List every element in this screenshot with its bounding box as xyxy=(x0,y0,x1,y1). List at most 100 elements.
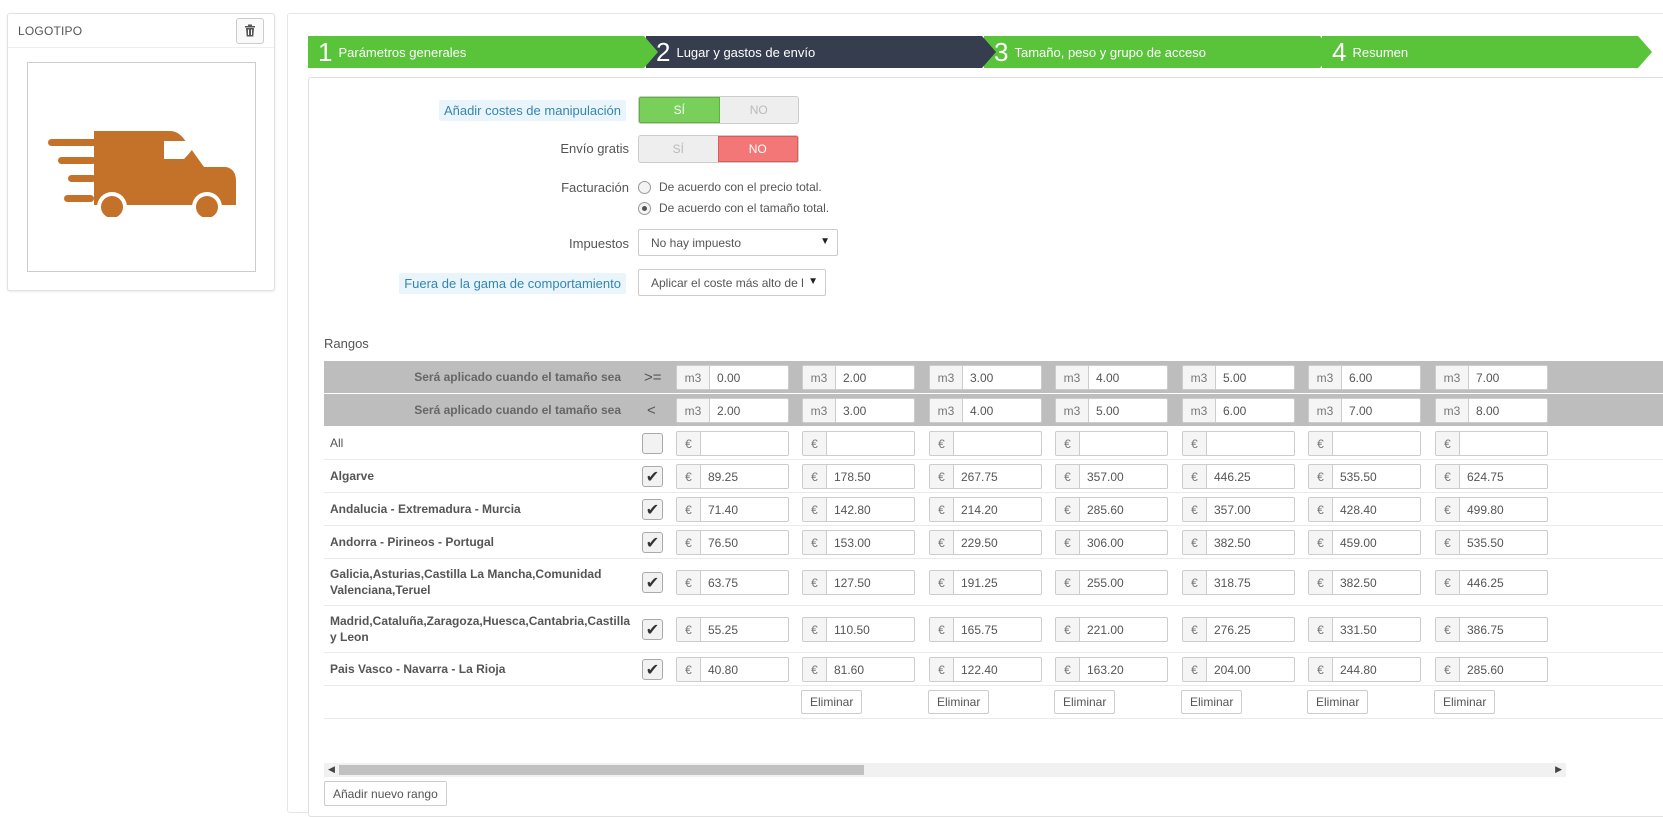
zone-price-input[interactable]: €142.80 xyxy=(802,497,915,522)
zone-checkbox[interactable]: ✔ xyxy=(642,466,663,487)
zone-price-input[interactable]: €76.50 xyxy=(676,530,789,555)
range-size-input[interactable]: m3 4.00 xyxy=(929,398,1042,423)
wizard-step-1[interactable]: 1 Parámetros generales xyxy=(308,36,658,68)
range-size-input[interactable]: m3 3.00 xyxy=(802,398,915,423)
delete-range-button[interactable]: Eliminar xyxy=(928,690,990,714)
zone-price-input[interactable]: €386.75 xyxy=(1435,617,1548,642)
checkmark-icon: ✔ xyxy=(645,574,660,592)
free-shipping-switch[interactable]: SÍ NO xyxy=(638,135,799,163)
handling-no-option[interactable]: NO xyxy=(720,97,799,123)
zone-price-input[interactable]: € xyxy=(1055,431,1168,456)
currency-addon: € xyxy=(930,432,954,455)
out-of-range-select[interactable]: Aplicar el coste más alto de l ▼ xyxy=(638,269,826,296)
zone-checkbox[interactable]: ✔ xyxy=(642,619,663,640)
zone-price-input[interactable]: €191.25 xyxy=(929,570,1042,595)
range-size-input[interactable]: m3 7.00 xyxy=(1435,365,1548,390)
zone-price-input[interactable]: € xyxy=(1182,431,1295,456)
zone-price-input[interactable]: €285.60 xyxy=(1435,657,1548,682)
zone-price-input[interactable]: €55.25 xyxy=(676,617,789,642)
delete-range-button[interactable]: Eliminar xyxy=(1307,690,1369,714)
scrollbar-thumb[interactable] xyxy=(339,765,864,775)
zone-price-input[interactable]: €382.50 xyxy=(1182,530,1295,555)
range-size-input[interactable]: m3 7.00 xyxy=(1308,398,1421,423)
zone-price-input[interactable]: €382.50 xyxy=(1308,570,1421,595)
range-size-input[interactable]: m3 5.00 xyxy=(1182,365,1295,390)
zone-checkbox[interactable]: ✔ xyxy=(642,532,663,553)
zone-price-input[interactable]: €459.00 xyxy=(1308,530,1421,555)
zone-checkbox[interactable]: ✔ xyxy=(642,499,663,520)
zone-price-input[interactable]: €535.50 xyxy=(1435,530,1548,555)
delete-range-button[interactable]: Eliminar xyxy=(1054,690,1116,714)
zone-price-input[interactable]: € xyxy=(1435,431,1548,456)
wizard-step-4[interactable]: 4 Resumen xyxy=(1322,36,1652,68)
zone-price-input[interactable]: €318.75 xyxy=(1182,570,1295,595)
handling-costs-switch[interactable]: SÍ NO xyxy=(638,96,799,124)
add-range-button[interactable]: Añadir nuevo rango xyxy=(324,781,447,806)
zone-price-input[interactable]: €40.80 xyxy=(676,657,789,682)
zone-price-input[interactable]: €255.00 xyxy=(1055,570,1168,595)
billing-option-price[interactable]: De acuerdo con el precio total. xyxy=(638,180,822,194)
scroll-right-arrow-icon[interactable]: ▶ xyxy=(1555,764,1562,775)
zone-checkbox[interactable]: ✔ xyxy=(642,659,663,680)
zone-price-input[interactable]: €331.50 xyxy=(1308,617,1421,642)
delete-range-button[interactable]: Eliminar xyxy=(1181,690,1243,714)
delete-range-button[interactable]: Eliminar xyxy=(1434,690,1496,714)
zone-price-input[interactable]: €446.25 xyxy=(1182,464,1295,489)
zone-price-input[interactable]: €357.00 xyxy=(1182,497,1295,522)
zone-price-input[interactable]: €285.60 xyxy=(1055,497,1168,522)
zone-price-input[interactable]: €624.75 xyxy=(1435,464,1548,489)
zone-price-input[interactable]: €306.00 xyxy=(1055,530,1168,555)
zone-price-input[interactable]: € xyxy=(802,431,915,456)
billing-option-size[interactable]: De acuerdo con el tamaño total. xyxy=(638,201,829,215)
range-size-input[interactable]: m3 3.00 xyxy=(929,365,1042,390)
range-size-input[interactable]: m3 6.00 xyxy=(1182,398,1295,423)
ranges-horizontal-scrollbar[interactable]: ◀ ▶ xyxy=(324,763,1566,777)
zone-price-input[interactable]: €357.00 xyxy=(1055,464,1168,489)
range-size-input[interactable]: m3 0.00 xyxy=(676,365,789,390)
tax-select[interactable]: No hay impuesto ▼ xyxy=(638,229,838,256)
free-shipping-no-option[interactable]: NO xyxy=(717,136,798,162)
zone-price-input[interactable]: €244.80 xyxy=(1308,657,1421,682)
zone-price-input[interactable]: €535.50 xyxy=(1308,464,1421,489)
zone-price-input[interactable]: €178.50 xyxy=(802,464,915,489)
zone-price-input[interactable]: €214.20 xyxy=(929,497,1042,522)
zone-price-input[interactable]: €163.20 xyxy=(1055,657,1168,682)
radio-button[interactable] xyxy=(638,180,651,194)
free-shipping-yes-option[interactable]: SÍ xyxy=(639,136,718,162)
zone-price-input[interactable]: € xyxy=(1308,431,1421,456)
zone-price-input[interactable]: €153.00 xyxy=(802,530,915,555)
delete-range-button[interactable]: Eliminar xyxy=(801,690,863,714)
zone-all-checkbox[interactable] xyxy=(642,433,663,454)
range-size-input[interactable]: m3 2.00 xyxy=(802,365,915,390)
delete-logo-button[interactable] xyxy=(236,17,264,44)
zone-price-input[interactable]: €127.50 xyxy=(802,570,915,595)
range-size-input[interactable]: m3 8.00 xyxy=(1435,398,1548,423)
range-size-input[interactable]: m3 5.00 xyxy=(1055,398,1168,423)
handling-yes-option[interactable]: SÍ xyxy=(639,97,720,123)
zone-price-input[interactable]: €229.50 xyxy=(929,530,1042,555)
scroll-left-arrow-icon[interactable]: ◀ xyxy=(328,764,335,775)
zone-price-input[interactable]: € xyxy=(676,431,789,456)
zone-price-input[interactable]: €71.40 xyxy=(676,497,789,522)
zone-price-input[interactable]: €428.40 xyxy=(1308,497,1421,522)
zone-price-input[interactable]: €267.75 xyxy=(929,464,1042,489)
zone-price-input[interactable]: €122.40 xyxy=(929,657,1042,682)
zone-price-input[interactable]: €63.75 xyxy=(676,570,789,595)
range-size-input[interactable]: m3 6.00 xyxy=(1308,365,1421,390)
zone-price-input[interactable]: €204.00 xyxy=(1182,657,1295,682)
radio-button[interactable] xyxy=(638,201,651,215)
zone-price-input[interactable]: €276.25 xyxy=(1182,617,1295,642)
range-size-input[interactable]: m3 4.00 xyxy=(1055,365,1168,390)
zone-price-input[interactable]: €89.25 xyxy=(676,464,789,489)
range-size-input[interactable]: m3 2.00 xyxy=(676,398,789,423)
zone-price-input[interactable]: €499.80 xyxy=(1435,497,1548,522)
zone-price-input[interactable]: € xyxy=(929,431,1042,456)
wizard-step-2[interactable]: 2 Lugar y gastos de envío xyxy=(646,36,996,68)
wizard-step-3[interactable]: 3 Tamaño, peso y grupo de acceso xyxy=(984,36,1334,68)
zone-price-input[interactable]: €110.50 xyxy=(802,617,915,642)
zone-price-input[interactable]: €81.60 xyxy=(802,657,915,682)
zone-price-input[interactable]: €165.75 xyxy=(929,617,1042,642)
zone-price-input[interactable]: €221.00 xyxy=(1055,617,1168,642)
zone-price-input[interactable]: €446.25 xyxy=(1435,570,1548,595)
zone-checkbox[interactable]: ✔ xyxy=(642,572,663,593)
